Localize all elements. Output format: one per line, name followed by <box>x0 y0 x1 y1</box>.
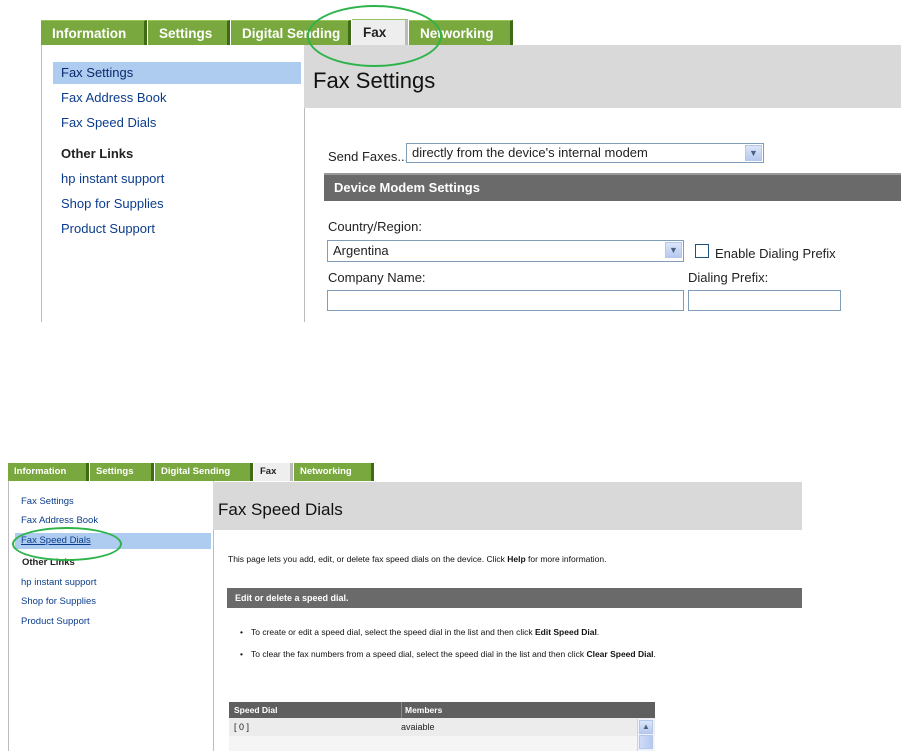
chevron-down-icon[interactable]: ▼ <box>665 242 682 258</box>
tab-label: Networking <box>300 466 352 477</box>
send-faxes-value: directly from the device's internal mode… <box>412 145 648 160</box>
tab-label: Networking <box>420 26 494 41</box>
tab-label: Fax <box>363 25 387 40</box>
tab-information[interactable]: Information <box>8 463 89 481</box>
send-faxes-label: Send Faxes... <box>328 149 409 164</box>
tab-label: Settings <box>96 466 134 477</box>
tab-label: Fax <box>260 466 277 477</box>
chevron-down-icon[interactable]: ▼ <box>745 145 762 161</box>
tab-label: Information <box>14 466 67 477</box>
tab-label: Settings <box>159 26 213 41</box>
country-region-label: Country/Region: <box>328 219 422 234</box>
link-label: Shop for Supplies <box>61 196 164 211</box>
fax-settings-screenshot: Information Settings Digital Sending Fax… <box>0 0 901 322</box>
link-hp-instant-support[interactable]: hp instant support <box>53 168 301 190</box>
page-title: Fax Speed Dials <box>218 500 343 519</box>
column-divider <box>401 702 402 718</box>
description-text: for more information. <box>525 554 607 564</box>
sidebar-item-label: Fax Address Book <box>61 90 167 105</box>
scroll-up-icon[interactable]: ▲ <box>639 720 653 734</box>
link-product-support[interactable]: Product Support <box>53 218 301 240</box>
bullet-strong: Clear Speed Dial <box>586 649 654 659</box>
sidebar-item-fax-speed-dials[interactable]: Fax Speed Dials <box>15 533 211 549</box>
bullet-text: To create or edit a speed dial, select t… <box>250 627 535 637</box>
other-links-heading: Other Links <box>61 146 134 161</box>
tab-settings[interactable]: Settings <box>90 463 154 481</box>
tab-fax[interactable]: Fax <box>352 19 408 45</box>
other-links-heading: Other Links <box>22 557 75 568</box>
link-label: hp instant support <box>61 171 165 186</box>
sidebar-item-label: Fax Address Book <box>21 515 99 526</box>
country-region-value: Argentina <box>333 243 389 258</box>
instruction-bullet: To create or edit a speed dial, select t… <box>240 627 599 637</box>
link-label: Shop for Supplies <box>21 596 96 607</box>
company-name-label: Company Name: <box>328 270 426 285</box>
table-scrollbar[interactable]: ▲ <box>637 719 654 751</box>
column-header-members: Members <box>405 705 443 715</box>
tab-networking[interactable]: Networking <box>409 20 513 45</box>
enable-dialing-prefix-label: Enable Dialing Prefix <box>715 246 836 261</box>
section-header-device-modem-settings: Device Modem Settings <box>324 175 901 201</box>
fax-speed-dials-screenshot: Information Settings Digital Sending Fax… <box>0 455 901 751</box>
sidebar-item-fax-settings[interactable]: Fax Settings <box>15 494 211 510</box>
bullet-text: . <box>653 649 656 659</box>
link-label: hp instant support <box>21 577 97 588</box>
bullet-text: To clear the fax numbers from a speed di… <box>250 649 587 659</box>
members-cell: avaiable <box>401 722 435 732</box>
link-shop-for-supplies[interactable]: Shop for Supplies <box>15 594 211 610</box>
tab-label: Digital Sending <box>161 466 231 477</box>
section-header-edit-speed-dial: Edit or delete a speed dial. <box>227 588 802 608</box>
tab-label: Information <box>52 26 127 41</box>
sidebar-item-label: Fax Speed Dials <box>21 535 91 546</box>
page-description: This page lets you add, edit, or delete … <box>228 554 606 564</box>
column-header-speed-dial: Speed Dial <box>234 705 278 715</box>
sidebar-item-fax-settings[interactable]: Fax Settings <box>53 62 301 84</box>
table-row[interactable] <box>229 736 655 751</box>
table-row[interactable]: [ 0 ] avaiable <box>229 718 655 736</box>
bullet-text: . <box>596 627 600 637</box>
link-product-support[interactable]: Product Support <box>15 614 211 630</box>
speed-dial-cell: [ 0 ] <box>234 722 250 732</box>
tab-fax[interactable]: Fax <box>254 463 293 481</box>
country-region-select[interactable]: Argentina ▼ <box>327 240 684 262</box>
dialing-prefix-input[interactable] <box>688 290 841 311</box>
link-shop-for-supplies[interactable]: Shop for Supplies <box>53 193 301 215</box>
sidebar-item-fax-speed-dials[interactable]: Fax Speed Dials <box>53 112 301 134</box>
description-text: This page lets you add, edit, or delete … <box>228 554 508 564</box>
speed-dial-table-header: Speed Dial Members <box>229 702 655 718</box>
tab-digital-sending[interactable]: Digital Sending <box>231 20 351 45</box>
help-link-text: Help <box>507 554 526 564</box>
link-label: Product Support <box>21 616 90 627</box>
link-hp-instant-support[interactable]: hp instant support <box>15 575 211 591</box>
sidebar-item-fax-address-book[interactable]: Fax Address Book <box>15 513 211 529</box>
send-faxes-select[interactable]: directly from the device's internal mode… <box>406 143 764 163</box>
scrollbar-thumb[interactable] <box>639 735 653 749</box>
tab-information[interactable]: Information <box>41 20 147 45</box>
company-name-input[interactable] <box>327 290 684 311</box>
sidebar-item-label: Fax Speed Dials <box>61 115 157 130</box>
tab-label: Digital Sending <box>242 26 341 41</box>
bullet-strong: Edit Speed Dial <box>534 627 597 637</box>
sidebar: Fax Settings Fax Address Book Fax Speed … <box>8 481 214 751</box>
link-label: Product Support <box>61 221 155 236</box>
sidebar-item-label: Fax Settings <box>21 496 74 507</box>
sidebar: Fax Settings Fax Address Book Fax Speed … <box>41 45 305 322</box>
enable-dialing-prefix-checkbox[interactable] <box>695 244 709 258</box>
sidebar-item-label: Fax Settings <box>61 65 134 80</box>
instruction-bullet: To clear the fax numbers from a speed di… <box>240 649 656 659</box>
tab-settings[interactable]: Settings <box>148 20 230 45</box>
tab-networking[interactable]: Networking <box>294 463 374 481</box>
tab-digital-sending[interactable]: Digital Sending <box>155 463 253 481</box>
dialing-prefix-label: Dialing Prefix: <box>688 270 769 285</box>
sidebar-item-fax-address-book[interactable]: Fax Address Book <box>53 87 301 109</box>
page-title: Fax Settings <box>313 68 436 93</box>
